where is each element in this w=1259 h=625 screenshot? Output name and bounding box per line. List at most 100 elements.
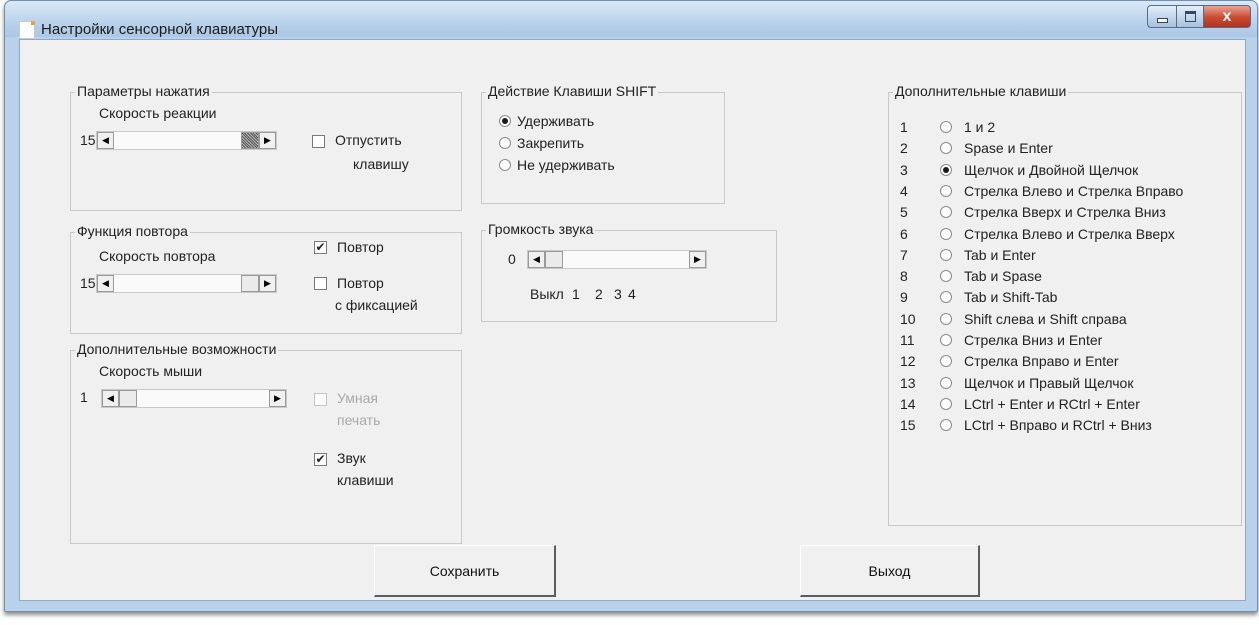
key-option-number: 14 <box>900 395 916 412</box>
release-key-checkbox[interactable] <box>312 135 325 148</box>
smart-typing-checkbox[interactable] <box>314 393 327 406</box>
key-option-radio[interactable] <box>940 355 952 368</box>
arrow-right-icon[interactable]: ▶ <box>269 390 286 407</box>
key-option-label: Щелчок и Двойной Щелчок <box>964 161 1139 178</box>
radio-dot-icon <box>502 118 508 124</box>
key-option-number: 10 <box>900 310 916 327</box>
repeat-speed-label: Скорость повтора <box>99 248 216 264</box>
key-option-radio[interactable] <box>940 248 952 261</box>
key-option-radio[interactable] <box>940 142 952 155</box>
key-option-number: 15 <box>900 417 916 434</box>
shift-option-radio[interactable] <box>499 137 511 149</box>
repeat-checkbox[interactable]: ✔ <box>314 241 327 254</box>
repeat-group: Функция повтора Скорость повтора ✔ Повто… <box>70 223 462 334</box>
key-sound-label-1: Звук <box>337 450 366 466</box>
minimize-icon <box>1156 18 1168 23</box>
press-speed-label: Скорость реакции <box>99 105 217 121</box>
shift-option-radio[interactable] <box>499 115 511 127</box>
volume-scale-mark: 1 <box>572 286 580 302</box>
shift-option-label: Закрепить <box>517 135 585 151</box>
volume-scale-mark: 3 <box>614 286 622 302</box>
save-button[interactable]: Сохранить <box>374 545 556 597</box>
close-icon: x <box>1222 7 1232 25</box>
key-option-radio[interactable] <box>940 163 952 176</box>
repeat-group-title: Функция повтора <box>75 223 190 239</box>
maximize-button[interactable] <box>1177 5 1204 28</box>
volume-scale-mark: 4 <box>628 286 636 302</box>
key-option-label: Tab и Enter <box>964 246 1036 263</box>
smart-typing-label-1: Умная <box>337 390 378 406</box>
repeat-fix-label-2: с фиксацией <box>335 297 418 313</box>
window-controls: x <box>1147 5 1251 28</box>
scroll-thumb[interactable] <box>241 275 259 292</box>
extra-group-title: Дополнительные возможности <box>75 341 279 357</box>
shift-option-radio[interactable] <box>499 159 511 171</box>
key-option-label: Стрелка Вверх и Стрелка Вниз <box>964 204 1166 221</box>
arrow-right-icon[interactable]: ▶ <box>259 275 276 292</box>
arrow-left-icon[interactable]: ◀ <box>97 275 114 292</box>
key-option-label: 1 и 2 <box>964 119 996 135</box>
arrow-right-icon[interactable]: ▶ <box>259 132 276 149</box>
scroll-thumb[interactable] <box>119 390 137 407</box>
key-option-radio[interactable] <box>940 376 952 389</box>
key-option-radio[interactable] <box>940 397 952 410</box>
key-option-number: 7 <box>900 246 908 263</box>
repeat-fix-label-1: Повтор <box>337 275 384 291</box>
mouse-speed-label: Скорость мыши <box>99 363 203 379</box>
keys-group: Дополнительные клавиши 1 1 и 2 2 Spase и En… <box>888 83 1242 526</box>
exit-button[interactable]: Выход <box>800 545 980 597</box>
scroll-thumb[interactable] <box>241 132 259 149</box>
key-option-number: 5 <box>900 204 908 221</box>
repeat-speed-scrollbar[interactable]: ◀ ▶ <box>96 274 277 293</box>
arrow-left-icon[interactable]: ◀ <box>102 390 119 407</box>
key-option-radio[interactable] <box>940 206 952 219</box>
app-icon <box>19 21 35 39</box>
volume-group-title: Громкость звука <box>486 221 596 237</box>
key-option-radio[interactable] <box>940 121 952 133</box>
maximize-icon <box>1184 11 1196 22</box>
key-option-label: Стрелка Влево и Стрелка Вправо <box>964 182 1184 199</box>
key-option-radio[interactable] <box>940 270 952 283</box>
key-sound-label-2: клавиши <box>337 472 394 488</box>
shift-option-label: Не удерживать <box>517 157 615 173</box>
key-option-radio[interactable] <box>940 334 952 346</box>
press-speed-scrollbar[interactable]: ◀ ▶ <box>96 131 277 150</box>
volume-group: Громкость звука 0 ◀ ▶ Выкл 1 2 3 4 <box>481 221 777 322</box>
key-option-radio[interactable] <box>940 419 952 432</box>
arrow-right-icon[interactable]: ▶ <box>689 251 706 268</box>
client-area: Параметры нажатия Скорость реакции 15 ◀ … <box>19 39 1246 601</box>
close-button[interactable]: x <box>1204 5 1251 28</box>
key-option-radio[interactable] <box>940 184 952 197</box>
key-option-radio[interactable] <box>940 291 952 304</box>
mouse-speed-value: 1 <box>80 389 88 405</box>
checkmark-icon: ✔ <box>315 240 326 254</box>
key-option-label: Spase и Enter <box>964 140 1053 157</box>
key-option-label: Shift слева и Shift справа <box>964 310 1127 327</box>
scroll-thumb[interactable] <box>545 251 563 268</box>
release-key-label-1: Отпустить <box>335 132 402 148</box>
key-option-label: Стрелка Вправо и Enter <box>964 353 1119 370</box>
keys-group-title: Дополнительные клавиши <box>893 83 1069 99</box>
press-group-title: Параметры нажатия <box>75 83 212 99</box>
settings-window: Настройки сенсорной клавиатуры x Парамет… <box>4 0 1258 612</box>
shift-group-title: Действие Клавиши SHIFT <box>486 83 659 99</box>
mouse-speed-scrollbar[interactable]: ◀ ▶ <box>101 389 287 408</box>
minimize-button[interactable] <box>1147 5 1177 28</box>
key-sound-checkbox[interactable]: ✔ <box>314 453 327 466</box>
title-bar[interactable]: Настройки сенсорной клавиатуры x <box>5 1 1257 39</box>
repeat-speed-value: 15 <box>80 275 96 291</box>
key-option-number: 3 <box>900 161 908 178</box>
key-option-radio[interactable] <box>940 312 952 325</box>
radio-dot-icon <box>943 166 949 173</box>
key-option-number: 8 <box>900 268 908 285</box>
arrow-left-icon[interactable]: ◀ <box>528 251 545 268</box>
arrow-left-icon[interactable]: ◀ <box>97 132 114 149</box>
key-option-radio[interactable] <box>940 227 952 240</box>
key-option-number: 11 <box>900 332 915 348</box>
key-option-number: 13 <box>900 374 916 391</box>
shift-group: Действие Клавиши SHIFT Удерживать Закреп… <box>481 83 725 204</box>
repeat-label: Повтор <box>337 239 384 255</box>
volume-scrollbar[interactable]: ◀ ▶ <box>527 250 707 269</box>
smart-typing-label-2: печать <box>337 412 381 428</box>
repeat-fix-checkbox[interactable] <box>314 277 327 290</box>
